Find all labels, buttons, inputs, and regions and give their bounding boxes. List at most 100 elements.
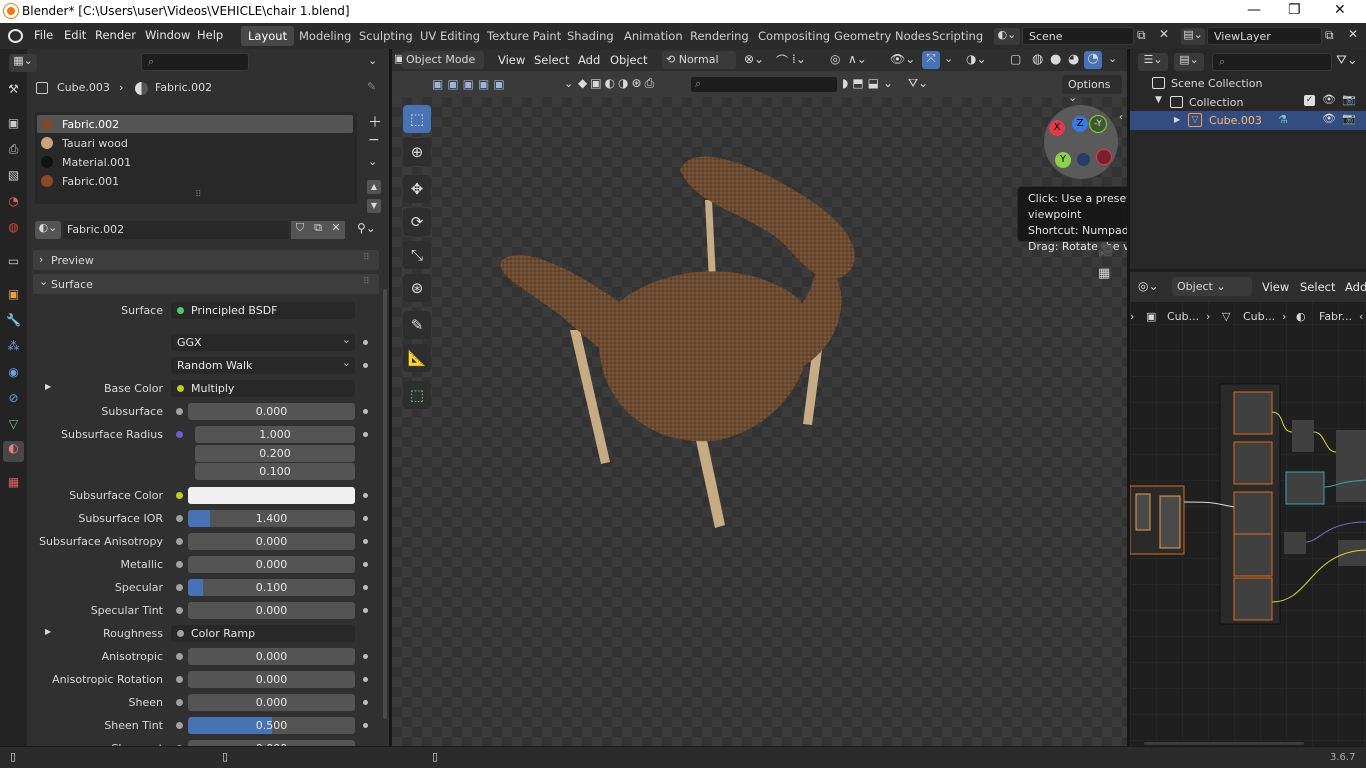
sheen-field[interactable]: 0.000	[188, 694, 355, 711]
subsurface-radius-component-2[interactable]: 0.200	[195, 444, 355, 462]
keyframe-dot-icon[interactable]	[363, 516, 368, 521]
add-cube-tool[interactable]: ⬚	[403, 381, 431, 409]
base-color-link-field[interactable]: Multiply	[171, 380, 355, 397]
menu-file[interactable]: File	[34, 28, 53, 42]
scene-tab-icon[interactable]: ◔	[5, 194, 22, 211]
keyframe-dot-icon[interactable]	[363, 700, 368, 705]
xray-icon[interactable]: ▢	[1010, 52, 1021, 66]
cursor-tool[interactable]: ⊕	[403, 138, 431, 166]
node-editor-type-icon[interactable]: ◎⌄	[1138, 279, 1159, 293]
new-view-layer-icon[interactable]: ⧉	[1325, 28, 1334, 43]
shading-solid-icon[interactable]: ●	[1050, 52, 1061, 67]
keyframe-dot-icon[interactable]	[363, 585, 368, 590]
rotate-tool[interactable]: ⟳	[403, 208, 431, 236]
view-layer-icon[interactable]: ▤⌄	[1181, 28, 1205, 45]
gizmo-neg-x-axis[interactable]	[1096, 149, 1112, 165]
transform-tool[interactable]: ⊛	[403, 274, 431, 302]
sheen-tint-field[interactable]: 0.500	[188, 717, 355, 734]
tab-texture-paint[interactable]: Texture Paint	[480, 26, 568, 46]
view-layer-field[interactable]: ViewLayer	[1207, 27, 1322, 45]
annotate-tool[interactable]: ✎	[403, 311, 431, 339]
menu-help[interactable]: Help	[197, 28, 223, 42]
keyframe-dot-icon[interactable]	[363, 409, 368, 414]
specular-field[interactable]: 0.100	[188, 579, 355, 596]
filter-icons[interactable]: ◗⬒⬓⌄	[842, 76, 897, 90]
data-tab-icon[interactable]: ▽	[5, 417, 22, 434]
scene-collection-label[interactable]: Scene Collection	[1171, 77, 1262, 90]
collection-render-icon[interactable]: 📷	[1342, 93, 1356, 106]
chair-render[interactable]	[480, 140, 880, 540]
scene-selector-icon[interactable]: ◐⌄	[994, 28, 1020, 45]
visibility-icon[interactable]: 👁⌄	[890, 52, 915, 66]
tab-rendering[interactable]: Rendering	[683, 26, 756, 46]
restore-button[interactable]: ❐	[1288, 2, 1301, 18]
specular-tint-field[interactable]: 0.000	[188, 602, 355, 619]
world-tab-icon[interactable]: ◍	[5, 220, 22, 237]
render-tab-icon[interactable]: ▣	[5, 116, 22, 133]
gizmo-neg-y-axis[interactable]: -Y	[1089, 115, 1107, 133]
measure-tool[interactable]: 📐	[403, 344, 431, 372]
select-box-tool[interactable]: ⬚	[403, 105, 431, 133]
new-scene-icon[interactable]: ⧉	[1137, 28, 1154, 44]
keyframe-dot-icon[interactable]	[363, 539, 368, 544]
material-tab-icon[interactable]: ◐	[3, 441, 24, 462]
object-tab-icon[interactable]: ▣	[5, 287, 22, 304]
tab-scripting[interactable]: Scripting	[925, 26, 990, 46]
properties-scrollbar[interactable]	[383, 289, 387, 719]
sidebar-toggle-icon[interactable]: ‹	[1359, 310, 1363, 323]
node-menu-view[interactable]: View	[1262, 280, 1289, 294]
output-tab-icon[interactable]: ⎙	[5, 142, 22, 159]
keyframe-dot-icon[interactable]	[363, 608, 368, 613]
object-visibility-icon[interactable]: 👁	[1322, 112, 1336, 125]
outliner-filter-icon[interactable]: ⛛⌄	[1336, 53, 1358, 68]
node-menu-select[interactable]: Select	[1300, 280, 1335, 294]
object-type-filter-icons[interactable]: ◆▣◐◑⊛⎙	[578, 76, 657, 91]
options-dropdown[interactable]: Options ⌄	[1062, 75, 1122, 104]
viewport-menu-select[interactable]: Select	[534, 53, 569, 67]
menu-render[interactable]: Render	[95, 28, 136, 42]
anisotropic-rotation-field[interactable]: 0.000	[188, 671, 355, 688]
scene-name-field[interactable]: Scene	[1022, 27, 1134, 45]
move-tool[interactable]: ✥	[403, 175, 431, 203]
keyframe-dot-icon[interactable]	[363, 723, 368, 728]
subsurface-radius-component-3[interactable]: 0.100	[195, 463, 355, 480]
collection-expand-icon[interactable]: ▼	[1155, 95, 1162, 105]
keyframe-dot-icon[interactable]	[363, 493, 368, 498]
snap-icon[interactable]: ⌒	[776, 52, 788, 69]
gizmo-dropdown-icon[interactable]: ⌄	[944, 52, 953, 65]
snap-target-icon[interactable]: ⁞⌄	[792, 52, 806, 66]
shading-material-icon[interactable]: ◕	[1068, 52, 1079, 67]
tab-shading[interactable]: Shading	[560, 26, 621, 46]
tab-geometry-nodes[interactable]: Geometry Nodes	[827, 26, 938, 46]
tab-uv-editing[interactable]: UV Editing	[413, 26, 487, 46]
keyframe-dot-icon[interactable]	[363, 562, 368, 567]
shader-node-editor[interactable]: ◎⌄ Object ⌄ View Select Add › ▣ Cub... ›…	[1130, 272, 1366, 746]
object-expand-icon[interactable]: ▶	[1174, 115, 1180, 124]
gizmo-z-axis[interactable]: Z	[1072, 116, 1088, 132]
shading-rendered-icon[interactable]: ◔	[1084, 51, 1102, 69]
collection-tab-icon[interactable]: ▭	[5, 254, 22, 271]
outliner-search-input[interactable]: ⌕	[1212, 53, 1332, 71]
proportional-edit-icon[interactable]: ◎	[830, 52, 840, 66]
minimize-button[interactable]: —	[1247, 2, 1261, 18]
metallic-field[interactable]: 0.000	[188, 556, 355, 573]
constraints-tab-icon[interactable]: ⊘	[5, 391, 22, 408]
shader-type-dropdown[interactable]: Object ⌄	[1172, 277, 1252, 296]
collection-exclude-checkbox[interactable]: ✓	[1304, 95, 1315, 106]
scale-tool[interactable]: ⤡	[403, 241, 431, 269]
tool-tab-icon[interactable]: ⚒	[5, 82, 22, 99]
modifier-tab-icon[interactable]: 🔧	[5, 313, 22, 330]
falloff-icon[interactable]: ∧⌄	[848, 52, 867, 66]
physics-tab-icon[interactable]: ◉	[5, 365, 22, 382]
tab-layout[interactable]: Layout	[241, 26, 295, 46]
remove-scene-icon[interactable]: ✕	[1159, 27, 1169, 41]
navigation-gizmo[interactable]: X Z -Y Y	[1044, 105, 1118, 179]
gizmo-neg-z-axis[interactable]	[1077, 153, 1090, 166]
viewport-search-input[interactable]: ⌕	[690, 76, 838, 93]
close-button[interactable]: ✕	[1334, 2, 1346, 18]
mode-dropdown[interactable]: Object Mode ⌄	[402, 51, 484, 79]
node-breadcrumb-object[interactable]: Cub...	[1167, 310, 1199, 323]
shading-wireframe-icon[interactable]: ◍	[1032, 52, 1043, 67]
viewport-filter-icon[interactable]: ⛛⌄	[908, 76, 928, 91]
remove-view-layer-icon[interactable]: ✕	[1348, 27, 1358, 41]
